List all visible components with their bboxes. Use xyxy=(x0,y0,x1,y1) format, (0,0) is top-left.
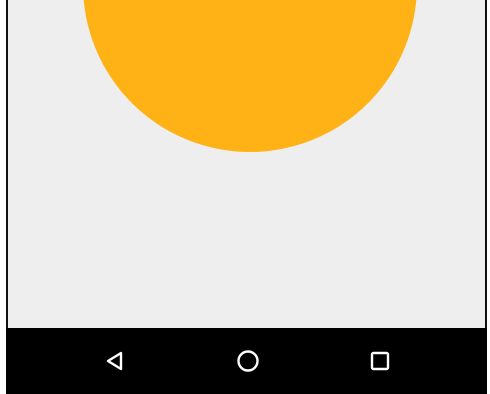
back-button[interactable] xyxy=(100,346,130,376)
app-screen xyxy=(6,0,487,328)
home-circle-icon xyxy=(237,350,259,372)
orange-circle xyxy=(83,0,417,152)
device-frame xyxy=(0,0,490,394)
recents-button[interactable] xyxy=(365,346,395,376)
recents-square-icon xyxy=(370,351,390,371)
back-triangle-icon xyxy=(106,351,123,371)
navigation-bar xyxy=(6,328,487,394)
home-button[interactable] xyxy=(233,346,263,376)
